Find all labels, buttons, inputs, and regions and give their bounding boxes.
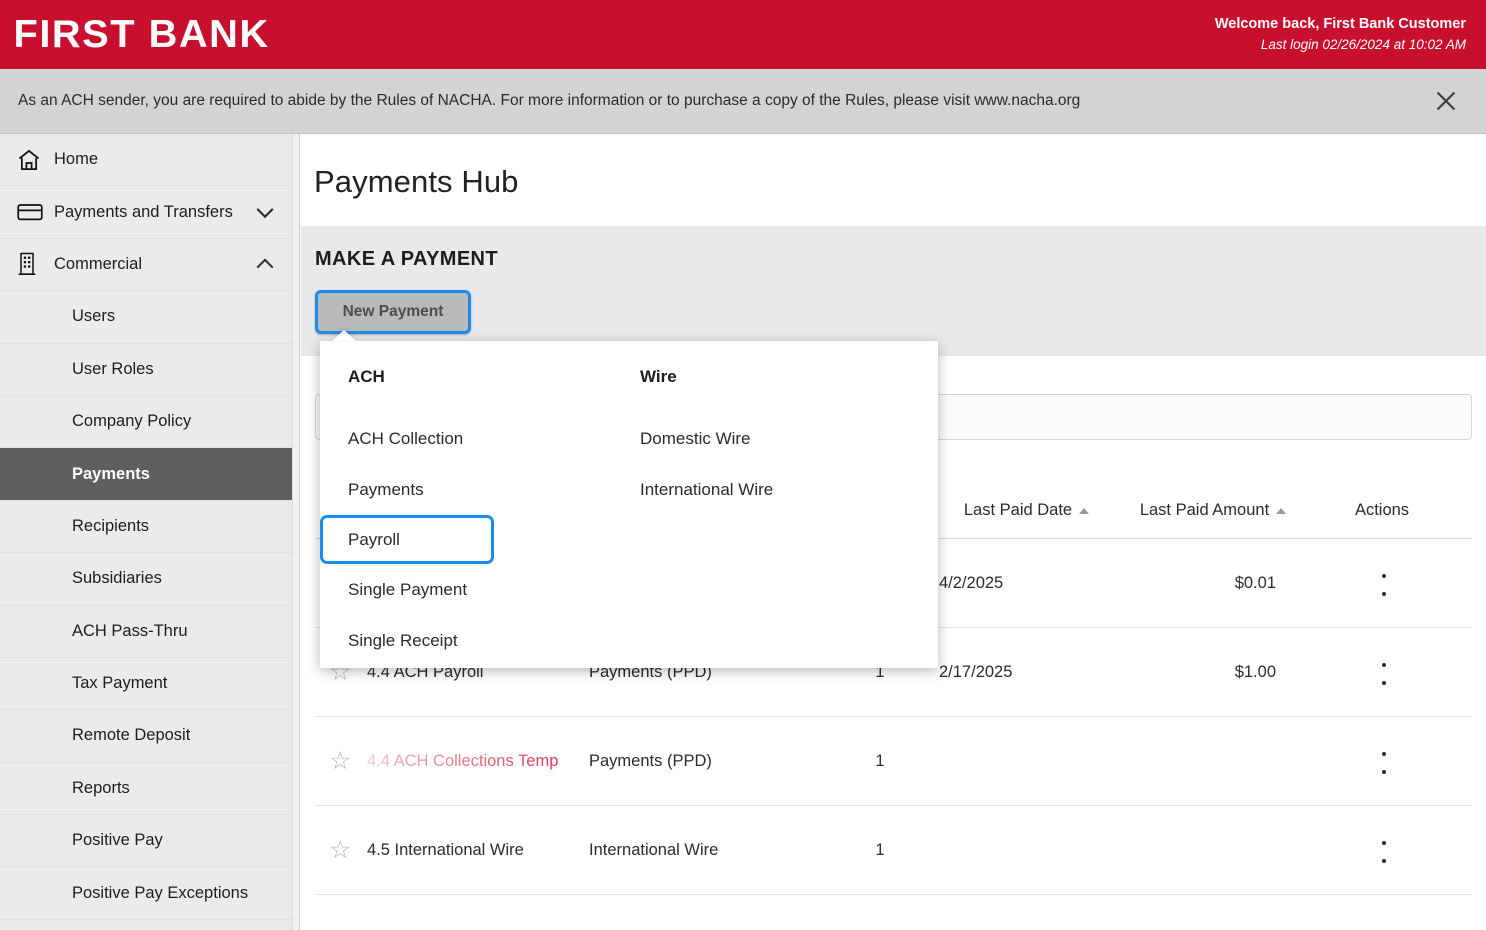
sidebar-item-positive-pay-exceptions[interactable]: Positive Pay Exceptions bbox=[0, 867, 293, 920]
sidebar-item-label: Positive Pay Exceptions bbox=[72, 883, 249, 902]
dropdown-item-single-receipt[interactable]: Single Receipt bbox=[348, 615, 612, 666]
close-icon[interactable] bbox=[1432, 87, 1460, 115]
sidebar-item-home[interactable]: Home bbox=[0, 134, 293, 187]
star-icon[interactable]: ☆ bbox=[329, 838, 353, 863]
payment-name[interactable]: 4.4 ACH Collections Temp bbox=[367, 752, 589, 771]
last-paid-amount: $0.01 bbox=[1234, 573, 1276, 592]
nacha-notice-bar: As an ACH sender, you are required to ab… bbox=[0, 69, 1486, 134]
th-last-paid-amount-label: Last Paid Amount bbox=[1139, 501, 1270, 519]
th-last-paid-date[interactable]: Last Paid Date bbox=[939, 501, 1114, 520]
sidebar-item-label: Remote Deposit bbox=[72, 726, 191, 745]
th-last-paid-amount[interactable]: Last Paid Amount bbox=[1114, 501, 1312, 520]
sidebar-item-label: User Roles bbox=[72, 359, 154, 378]
sidebar-item-payments-and-transfers[interactable]: Payments and Transfers bbox=[0, 186, 293, 239]
new-payment-button[interactable]: New Payment bbox=[315, 290, 471, 334]
sort-ascending-icon bbox=[1276, 507, 1287, 514]
sidebar-item-label: Payments bbox=[72, 464, 150, 483]
sidebar-item-subsidiaries[interactable]: Subsidiaries bbox=[0, 553, 293, 606]
sidebar-item-label: Recipients bbox=[72, 516, 150, 535]
sidebar-item-recipients[interactable]: Recipients bbox=[0, 501, 293, 554]
dropdown-item-payments[interactable]: Payments bbox=[348, 464, 612, 515]
sidebar-item-commercial[interactable]: Commercial bbox=[0, 239, 293, 292]
th-actions: Actions bbox=[1354, 501, 1410, 519]
dropdown-item-payroll[interactable]: Payroll bbox=[320, 515, 494, 564]
payment-type: Payments (PPD) bbox=[589, 751, 712, 770]
sidebar-navigation: Home Payments and Transfers Commercial User… bbox=[0, 134, 300, 930]
th-last-paid-date-label: Last Paid Date bbox=[963, 501, 1073, 519]
sidebar-item-label: Positive Pay bbox=[72, 831, 163, 850]
sidebar-item-positive-pay[interactable]: Positive Pay bbox=[0, 815, 293, 868]
table-row[interactable]: ☆ 4.5 International Wire International Wir… bbox=[315, 806, 1472, 895]
sidebar-item-label: Company Policy bbox=[72, 412, 192, 431]
dropdown-column-heading: Wire bbox=[640, 367, 677, 386]
star-icon[interactable]: ☆ bbox=[329, 749, 353, 774]
dropdown-item-ach-collection[interactable]: ACH Collection bbox=[348, 413, 612, 464]
dropdown-column-heading: ACH bbox=[348, 367, 385, 386]
bank-logo: FIRST BANK bbox=[13, 13, 270, 56]
recipient-count: 1 bbox=[875, 840, 885, 859]
favorite-cell: ☆ bbox=[315, 749, 367, 774]
last-paid-date: 4/2/2025 bbox=[939, 573, 1004, 592]
sidebar-item-label: Users bbox=[72, 307, 116, 326]
table-row[interactable]: ☆ 4.4 ACH Collections Temp Payments (PPD) 1 bbox=[315, 717, 1472, 806]
sidebar-item-label: Home bbox=[54, 150, 99, 169]
last-paid-amount: $1.00 bbox=[1234, 662, 1276, 681]
sidebar-item-company-policy[interactable]: Company Policy bbox=[0, 396, 293, 449]
chevron-down-icon[interactable] bbox=[256, 201, 274, 219]
building-icon bbox=[16, 251, 54, 277]
sidebar-scrollbar[interactable] bbox=[292, 134, 299, 930]
sidebar-item-remote-deposit[interactable]: Remote Deposit bbox=[0, 710, 293, 763]
dropdown-item-international-wire[interactable]: International Wire bbox=[640, 464, 904, 515]
credit-card-icon bbox=[16, 199, 54, 225]
sidebar-item-label: Commercial bbox=[54, 254, 143, 273]
sidebar-item-ach-pass-thru[interactable]: ACH Pass-Thru bbox=[0, 606, 293, 658]
notice-text: As an ACH sender, you are required to ab… bbox=[18, 92, 1081, 109]
payment-name[interactable]: 4.5 International Wire bbox=[367, 841, 589, 860]
user-welcome-block: Welcome back, First Bank Customer Last l… bbox=[1215, 14, 1468, 55]
sidebar-item-label: Tax Payment bbox=[72, 674, 168, 693]
sidebar-item-label: Subsidiaries bbox=[72, 569, 162, 588]
make-a-payment-section: MAKE A PAYMENT New Payment bbox=[301, 226, 1486, 356]
payment-type: International Wire bbox=[589, 840, 719, 859]
dropdown-item-single-payment[interactable]: Single Payment bbox=[348, 564, 612, 615]
section-heading: MAKE A PAYMENT bbox=[315, 248, 499, 270]
sidebar-item-label: Reports bbox=[72, 778, 130, 797]
sidebar-item-user-roles[interactable]: User Roles bbox=[0, 344, 293, 396]
dropdown-column-ach: ACH ACH Collection Payments Payroll Single P… bbox=[320, 367, 612, 666]
new-payment-dropdown-menu: ACH ACH Collection Payments Payroll Single P… bbox=[320, 330, 938, 668]
sidebar-item-label: Payments and Transfers bbox=[54, 202, 233, 221]
top-header-bar: FIRST BANK Welcome back, First Bank Cust… bbox=[0, 0, 1486, 69]
dropdown-item-domestic-wire[interactable]: Domestic Wire bbox=[640, 413, 904, 464]
dropdown-column-wire: Wire Domestic Wire International Wire bbox=[612, 367, 904, 666]
dropdown-caret-icon bbox=[332, 330, 356, 341]
home-icon bbox=[16, 147, 54, 173]
chevron-up-icon[interactable] bbox=[256, 258, 274, 276]
recipient-count: 1 bbox=[875, 751, 885, 770]
sidebar-item-tax-payment[interactable]: Tax Payment bbox=[0, 658, 293, 711]
welcome-message: Welcome back, First Bank Customer bbox=[1214, 16, 1466, 33]
favorite-cell: ☆ bbox=[315, 838, 367, 863]
sidebar-item-reports[interactable]: Reports bbox=[0, 763, 293, 816]
sidebar-item-payments[interactable]: Payments bbox=[0, 448, 293, 501]
last-login-text: Last login 02/26/2024 at 10:02 AM bbox=[1260, 37, 1466, 53]
sidebar-item-users[interactable]: Users bbox=[0, 291, 293, 344]
sort-ascending-icon bbox=[1079, 507, 1090, 514]
sidebar-item-label: ACH Pass-Thru bbox=[72, 621, 188, 640]
payments-hub-page: FIRST BANK Welcome back, First Bank Cust… bbox=[0, 0, 1486, 930]
last-paid-date: 2/17/2025 bbox=[939, 662, 1013, 681]
page-title: Payments Hub bbox=[314, 164, 519, 199]
